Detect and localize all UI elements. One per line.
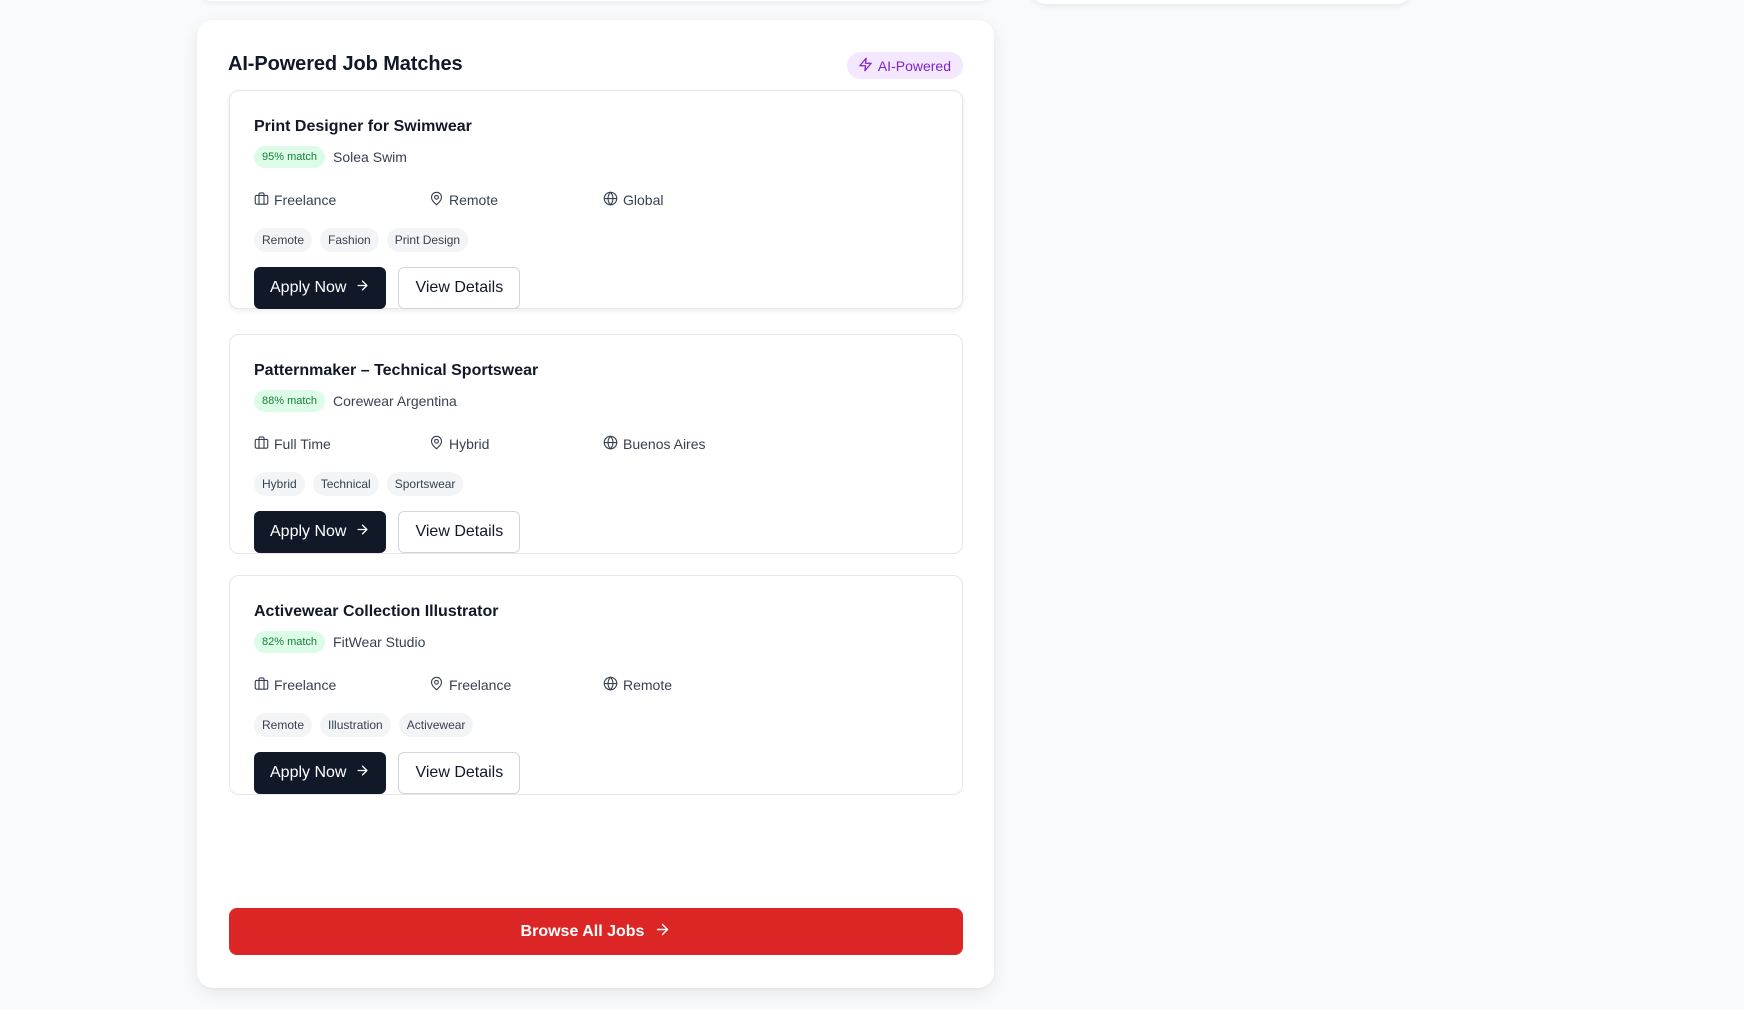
apply-now-label: Apply Now	[270, 523, 347, 540]
panel-title: AI-Powered Job Matches	[228, 53, 463, 75]
map-pin-icon	[429, 191, 444, 209]
skill-tag: Fashion	[320, 228, 379, 252]
job-type: Freelance	[254, 676, 336, 694]
browse-all-jobs-label: Browse All Jobs	[520, 922, 645, 940]
arrow-right-icon	[355, 522, 370, 542]
apply-now-button[interactable]: Apply Now	[254, 267, 387, 309]
region: Buenos Aires	[603, 435, 706, 453]
ai-badge-label: AI-Powered	[877, 57, 951, 74]
lightning-icon	[858, 57, 873, 75]
region-label: Global	[623, 192, 664, 208]
job-card[interactable]: Print Designer for Swimwear 95% match So…	[229, 90, 963, 309]
map-pin-icon	[429, 676, 444, 694]
globe-icon	[603, 435, 618, 453]
job-type-label: Full Time	[274, 436, 331, 452]
job-title[interactable]: Print Designer for Swimwear	[254, 118, 472, 136]
view-details-button[interactable]: View Details	[398, 267, 521, 309]
ai-powered-badge: AI-Powered	[846, 52, 963, 79]
work-mode-label: Freelance	[449, 677, 512, 693]
job-title[interactable]: Activewear Collection Illustrator	[254, 603, 499, 621]
work-mode-label: Remote	[449, 192, 499, 208]
skill-tag: Technical	[312, 472, 379, 496]
apply-now-button[interactable]: Apply Now	[254, 752, 387, 794]
briefcase-icon	[254, 191, 269, 209]
globe-icon	[603, 676, 618, 694]
work-mode: Hybrid	[429, 435, 489, 453]
job-type: Full Time	[254, 435, 331, 453]
apply-now-button[interactable]: Apply Now	[254, 511, 387, 553]
skill-tag: Sportswear	[386, 472, 464, 496]
skill-tag: Activewear	[398, 713, 474, 737]
browse-all-jobs-button[interactable]: Browse All Jobs	[229, 908, 963, 955]
job-type-label: Freelance	[274, 192, 337, 208]
skill-tag: Remote	[254, 713, 313, 737]
apply-now-label: Apply Now	[270, 279, 347, 296]
work-mode: Remote	[429, 191, 498, 209]
skill-tag: Remote	[254, 228, 313, 252]
arrow-right-icon	[654, 921, 671, 943]
job-title[interactable]: Patternmaker – Technical Sportswear	[254, 362, 538, 380]
job-matches-panel: AI-Powered Job Matches AI-Powered Print …	[197, 20, 994, 988]
job-card[interactable]: Patternmaker – Technical Sportswear 88% …	[229, 334, 963, 554]
company-name: Solea Swim	[333, 149, 407, 165]
skill-tag: Hybrid	[254, 472, 305, 496]
briefcase-icon	[254, 435, 269, 453]
region-label: Remote	[623, 677, 673, 693]
previous-card-edge	[197, 0, 994, 1]
skill-tag: Illustration	[320, 713, 391, 737]
arrow-right-icon	[355, 278, 370, 298]
apply-now-label: Apply Now	[270, 764, 347, 781]
company-name: Corewear Argentina	[333, 393, 457, 409]
work-mode-label: Hybrid	[449, 436, 490, 452]
region: Global	[603, 191, 663, 209]
job-card[interactable]: Activewear Collection Illustrator 82% ma…	[229, 575, 963, 795]
skill-tag: Print Design	[386, 228, 469, 252]
arrow-right-icon	[355, 763, 370, 783]
match-score-badge: 88% match	[254, 390, 326, 412]
match-score-badge: 82% match	[254, 631, 326, 653]
briefcase-icon	[254, 676, 269, 694]
job-type: Freelance	[254, 191, 336, 209]
region: Remote	[603, 676, 672, 694]
view-details-button[interactable]: View Details	[398, 752, 521, 794]
match-score-badge: 95% match	[254, 146, 326, 168]
company-name: FitWear Studio	[333, 634, 426, 650]
globe-icon	[603, 191, 618, 209]
job-type-label: Freelance	[274, 677, 337, 693]
sidebar-card-edge	[1031, 0, 1411, 4]
region-label: Buenos Aires	[623, 436, 706, 452]
map-pin-icon	[429, 435, 444, 453]
work-mode: Freelance	[429, 676, 511, 694]
view-details-button[interactable]: View Details	[398, 511, 521, 553]
